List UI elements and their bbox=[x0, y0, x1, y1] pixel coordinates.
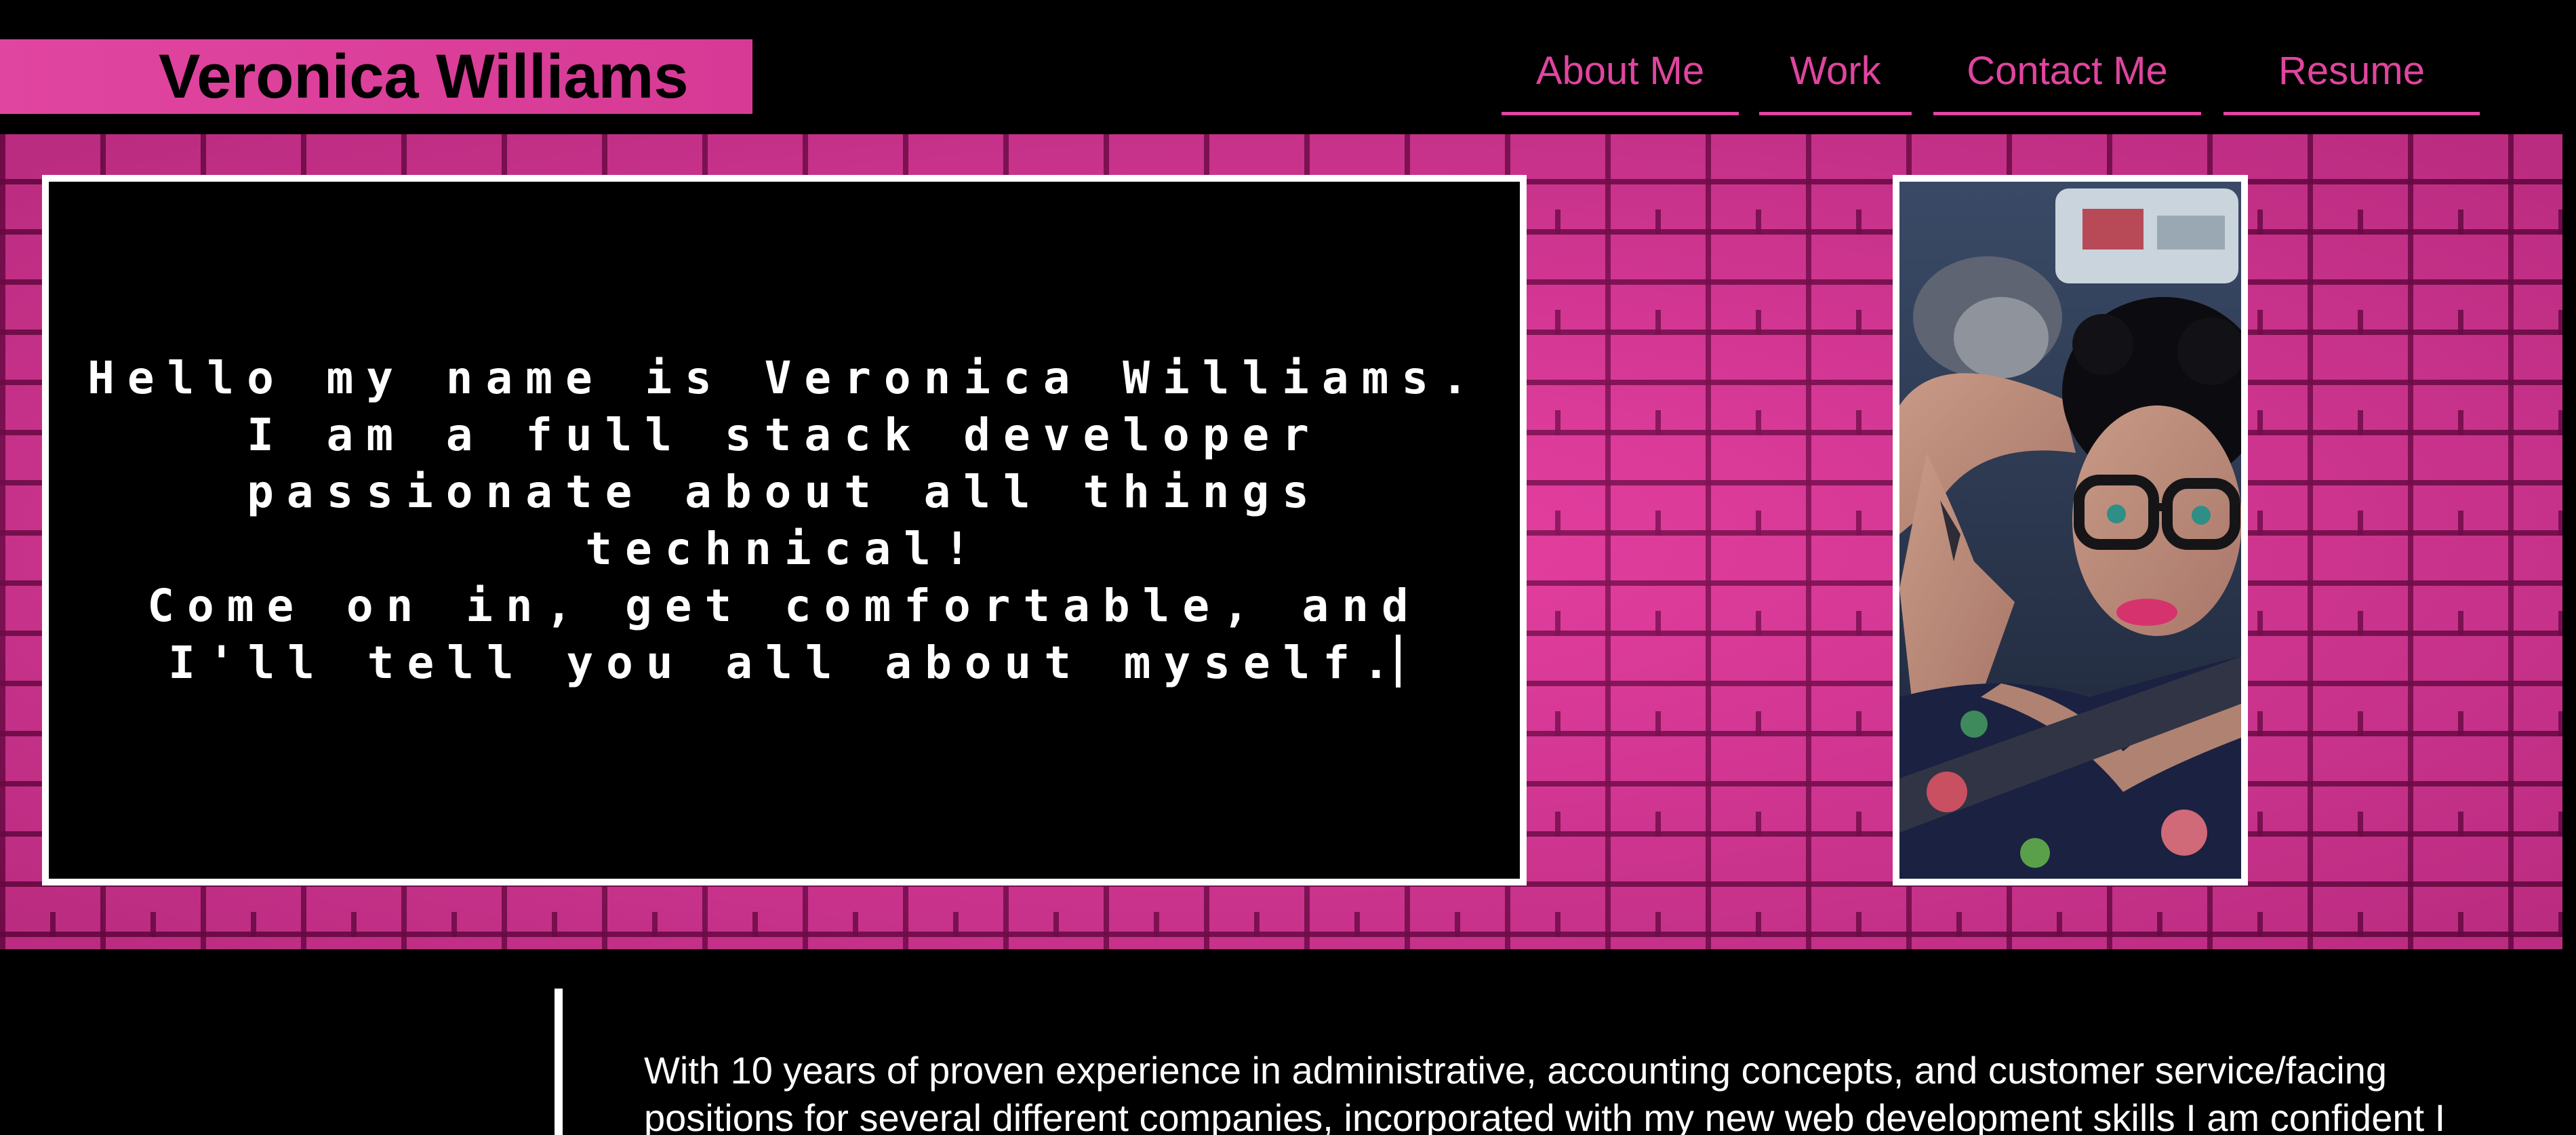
site-title: Veronica Williams bbox=[159, 42, 689, 111]
intro-line-3: passionate about all things bbox=[247, 466, 1322, 518]
about-divider bbox=[555, 989, 563, 1135]
typing-cursor bbox=[1395, 635, 1401, 688]
intro-terminal-box: Hello my name is Veronica Williams. I am… bbox=[42, 175, 1527, 885]
about-section: With 10 years of proven experience in ad… bbox=[0, 949, 2576, 1135]
brand-banner: Veronica Williams bbox=[0, 39, 752, 114]
nav-link-about-me[interactable]: About Me bbox=[1502, 37, 1739, 115]
page-scrollbar[interactable] bbox=[2562, 0, 2576, 1135]
intro-line-4: technical! bbox=[585, 523, 984, 575]
profile-photo bbox=[1893, 175, 2248, 885]
intro-line-6: I'll tell you all about myself. bbox=[168, 637, 1403, 689]
nav-link-resume[interactable]: Resume bbox=[2223, 37, 2480, 115]
nav-link-work[interactable]: Work bbox=[1759, 37, 1912, 115]
selfie-photo-illustration bbox=[1899, 182, 2241, 879]
intro-typewriter-text: Hello my name is Veronica Williams. I am… bbox=[49, 350, 1520, 692]
hero-section: Hello my name is Veronica Williams. I am… bbox=[0, 134, 2562, 949]
intro-line-5: Come on in, get comfortable, and bbox=[147, 580, 1422, 632]
intro-line-2: I am a full stack developer bbox=[247, 409, 1322, 461]
intro-line-1: Hello my name is Veronica Williams. bbox=[87, 352, 1481, 404]
site-header: Veronica Williams About Me Work Contact … bbox=[0, 0, 2576, 134]
about-paragraph: With 10 years of proven experience in ad… bbox=[644, 1049, 2446, 1135]
nav-link-contact-me[interactable]: Contact Me bbox=[1933, 37, 2201, 115]
